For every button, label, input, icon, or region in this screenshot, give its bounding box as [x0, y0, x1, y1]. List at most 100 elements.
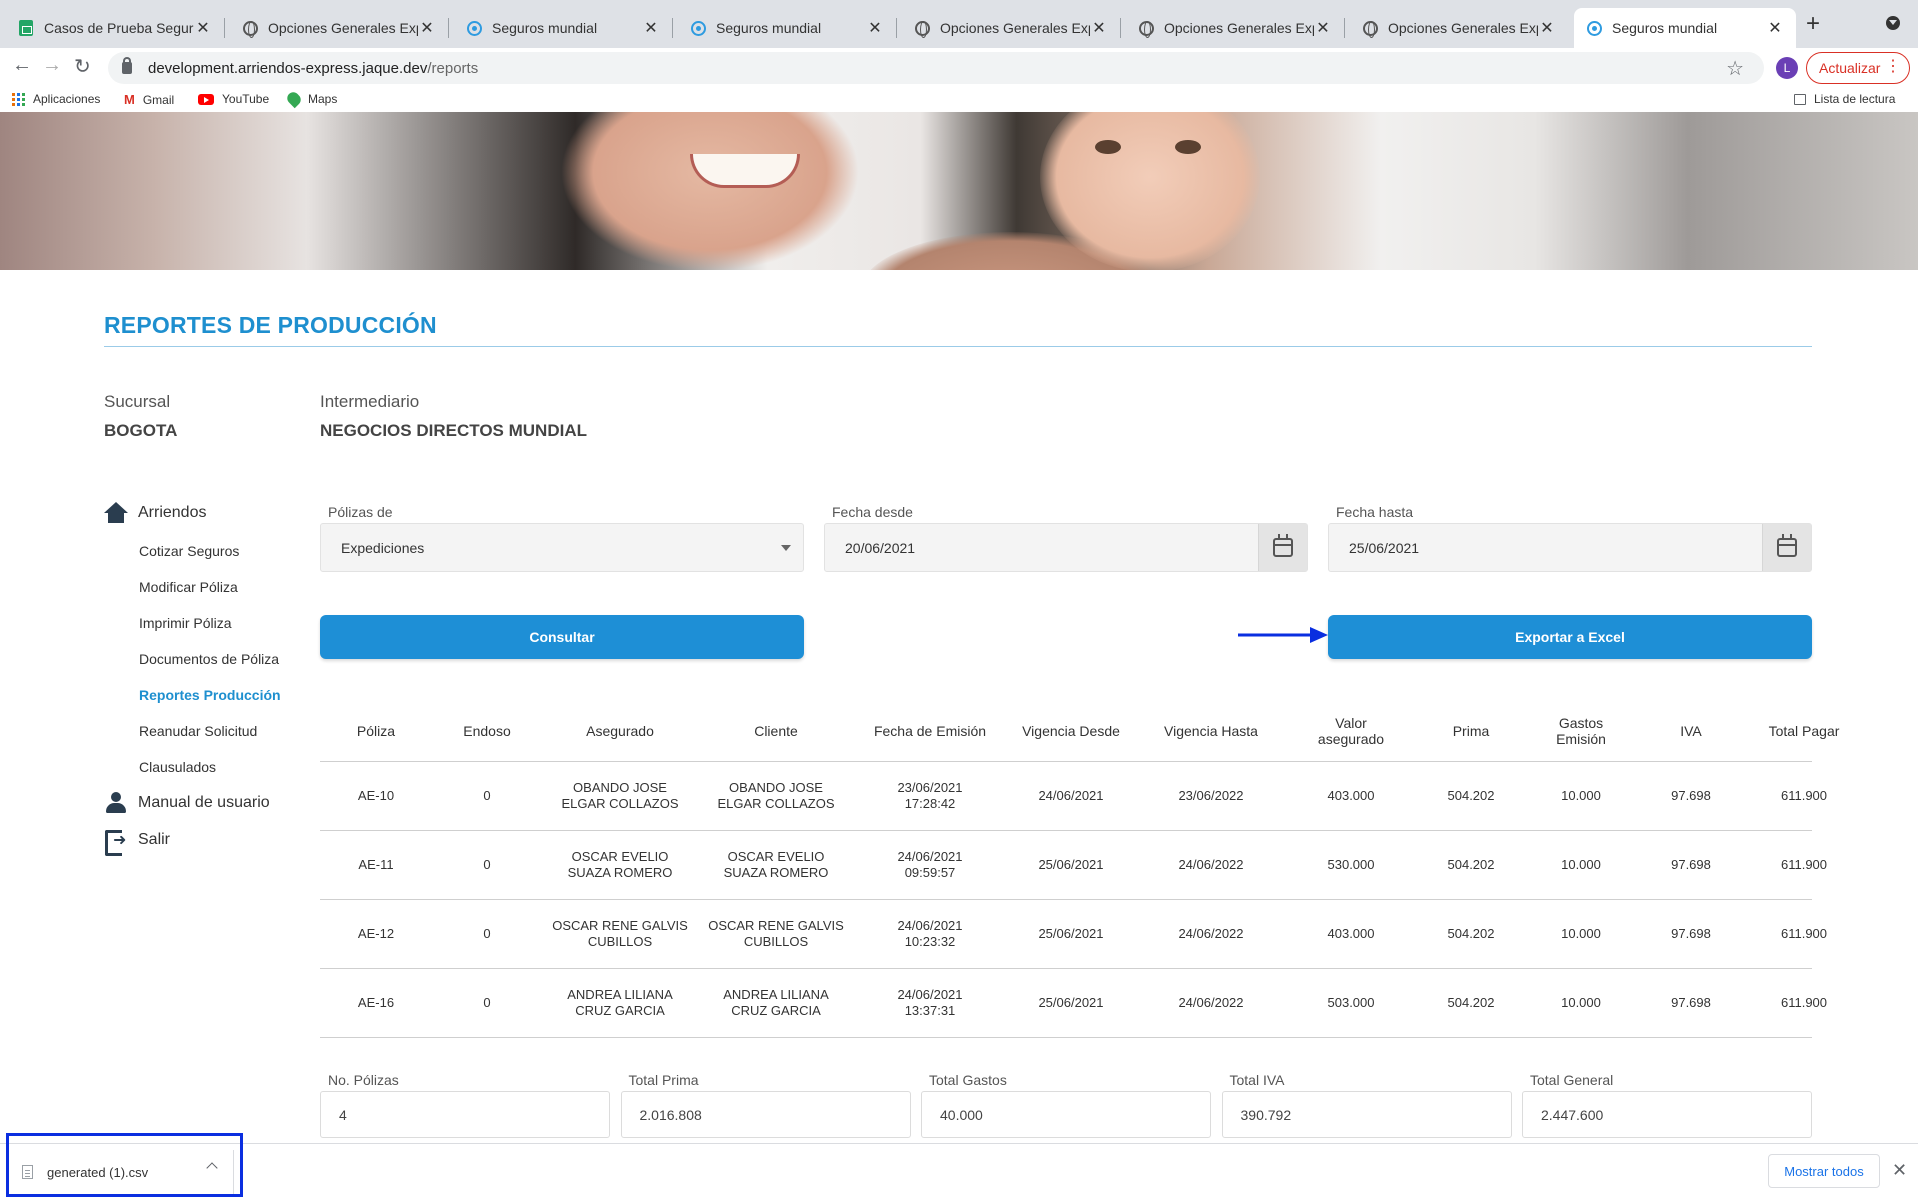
sidebar-item-modificar-poliza[interactable]: Modificar Póliza	[139, 579, 238, 595]
total-general-label: Total General	[1530, 1072, 1614, 1088]
youtube-icon	[198, 93, 214, 105]
table-cell-col-total-pagar: 611.900	[1780, 926, 1828, 941]
bookmark-gmail[interactable]: M Gmail	[124, 92, 174, 107]
fecha-hasta-input[interactable]: 25/06/2021	[1328, 523, 1812, 572]
close-icon[interactable]: ✕	[866, 18, 884, 38]
sidebar-item-manual-usuario[interactable]: Manual de usuario	[104, 792, 270, 814]
intermediario-value: NEGOCIOS DIRECTOS MUNDIAL	[320, 421, 587, 440]
exportar-excel-button[interactable]: Exportar a Excel	[1328, 615, 1812, 659]
table-header-col-iva: IVA	[1680, 723, 1702, 739]
bookmark-apps[interactable]: Aplicaciones	[12, 92, 100, 106]
sidebar-item-cotizar-seguros[interactable]: Cotizar Seguros	[139, 543, 239, 559]
close-icon[interactable]: ✕	[642, 18, 660, 38]
table-header-col-prima: Prima	[1452, 723, 1490, 739]
bookmark-label: Aplicaciones	[33, 92, 101, 106]
intermediario-label: Intermediario	[320, 392, 420, 411]
browser-tab[interactable]: Opciones Generales Expedi ✕	[1126, 8, 1345, 48]
bookmark-label: Maps	[308, 92, 338, 106]
bookmark-star-icon[interactable]: ☆	[1726, 56, 1744, 81]
total-gastos-field[interactable]: 40.000	[921, 1091, 1211, 1138]
table-cell-col-fecha-emision: 24/06/2021 10:23:32	[897, 918, 963, 949]
globe-icon	[242, 20, 258, 38]
profile-avatar[interactable]: L	[1776, 57, 1798, 79]
table-cell-col-iva: 97.698	[1671, 788, 1711, 803]
table-cell-col-asegurado: OSCAR EVELIO SUAZA ROMERO	[567, 849, 673, 880]
calendar-button[interactable]	[1258, 524, 1307, 571]
sidebar-item-arriendos[interactable]: Arriendos	[104, 502, 206, 524]
bookmark-youtube[interactable]: YouTube	[198, 92, 269, 106]
close-icon[interactable]: ✕	[1538, 18, 1556, 38]
table-cell-col-vigencia-desde: 25/06/2021	[1038, 857, 1104, 872]
logout-icon	[104, 828, 128, 856]
forward-icon[interactable]: →	[42, 54, 62, 77]
table-cell-col-valor-asegurado: 530.000	[1327, 857, 1375, 872]
update-button[interactable]: Actualizar ⋮	[1806, 52, 1910, 84]
table-cell-col-total-pagar: 611.900	[1780, 857, 1828, 872]
globe-icon	[914, 20, 930, 38]
table-cell-col-vigencia-hasta: 24/06/2022	[1178, 995, 1244, 1010]
close-icon[interactable]: ✕	[1090, 18, 1108, 38]
url-path: /reports	[427, 59, 479, 77]
chevron-down-icon	[781, 545, 791, 551]
polizas-select[interactable]: Expediciones	[320, 523, 804, 572]
calendar-button[interactable]	[1762, 524, 1811, 571]
table-header-col-fecha-emision: Fecha de Emisión	[873, 723, 987, 739]
table-header-col-poliza: Póliza	[356, 723, 396, 739]
browser-tab[interactable]: Opciones Generales Expedi ✕	[902, 8, 1121, 48]
back-icon[interactable]: ←	[12, 54, 32, 77]
user-icon	[104, 792, 128, 814]
bookmark-label: YouTube	[222, 92, 270, 106]
close-icon[interactable]: ✕	[1766, 18, 1784, 38]
table-header-col-vigencia-hasta: Vigencia Hasta	[1164, 723, 1258, 739]
browser-tab[interactable]: Seguros mundial ✕	[678, 8, 897, 48]
reload-icon[interactable]: ↻	[74, 54, 91, 79]
table-cell-col-cliente: OBANDO JOSE ELGAR COLLAZOS	[717, 780, 835, 811]
polizas-selected-value: Expediciones	[341, 539, 425, 556]
fecha-desde-value: 20/06/2021	[845, 539, 916, 556]
close-icon[interactable]: ✕	[1314, 18, 1332, 38]
fecha-desde-label: Fecha desde	[832, 504, 913, 520]
no-polizas-field[interactable]: 4	[320, 1091, 610, 1138]
new-tab-icon[interactable]: +	[1806, 10, 1820, 38]
fecha-desde-input[interactable]: 20/06/2021	[824, 523, 1308, 572]
table-row: AE-16 0 ANDREA LILIANA CRUZ GARCIA ANDREA L…	[320, 969, 1827, 1038]
table-cell-col-gastos-emision: 10.000	[1561, 995, 1601, 1010]
total-general-field[interactable]: 2.447.600	[1522, 1091, 1812, 1138]
table-cell-col-prima: 504.202	[1447, 995, 1495, 1010]
total-prima-field[interactable]: 2.016.808	[620, 1091, 911, 1138]
sidebar-item-imprimir-poliza[interactable]: Imprimir Póliza	[139, 615, 232, 631]
total-gastos-label: Total Gastos	[929, 1072, 1007, 1088]
close-icon[interactable]: ✕	[418, 18, 436, 38]
total-prima-label: Total Prima	[628, 1072, 699, 1088]
close-icon[interactable]: ✕	[1892, 1160, 1907, 1181]
consultar-button[interactable]: Consultar	[320, 615, 804, 659]
show-all-downloads-button[interactable]: Mostrar todos	[1768, 1154, 1880, 1188]
table-header: Póliza Endoso Asegurado Cliente Fecha de Emi…	[320, 700, 1839, 762]
sidebar-item-reportes-produccion[interactable]: Reportes Producción	[139, 687, 281, 703]
table-cell-col-total-pagar: 611.900	[1780, 995, 1828, 1010]
browser-tab[interactable]: Casos de Prueba Seguros M ✕	[6, 8, 225, 48]
sidebar-item-salir[interactable]: Salir	[104, 828, 170, 856]
table-cell-col-vigencia-hasta: 24/06/2022	[1178, 926, 1244, 941]
sidebar-item-clausulados[interactable]: Clausulados	[139, 759, 216, 775]
browser-tab[interactable]: Opciones Generales Expedi ✕	[1350, 8, 1568, 48]
title-divider	[104, 346, 1812, 347]
tab-search-icon[interactable]	[1886, 16, 1900, 30]
table-cell-col-endoso: 0	[483, 857, 491, 872]
reading-list-button[interactable]: Lista de lectura	[1794, 92, 1895, 106]
sidebar-item-documentos-poliza[interactable]: Documentos de Póliza	[139, 651, 279, 667]
sidebar-item-reanudar-solicitud[interactable]: Reanudar Solicitud	[139, 723, 257, 739]
sidebar-item-label: Arriendos	[138, 504, 207, 521]
table-cell-col-cliente: ANDREA LILIANA CRUZ GARCIA	[723, 987, 829, 1018]
bookmark-maps[interactable]: Maps	[284, 89, 338, 109]
total-iva-field[interactable]: 390.792	[1221, 1091, 1512, 1138]
browser-tab[interactable]: Opciones Generales Expedi ✕	[230, 8, 449, 48]
url-field[interactable]: development.arriendos-express.jaque.dev /…	[108, 52, 1764, 84]
table-cell-col-valor-asegurado: 503.000	[1327, 995, 1375, 1010]
page-title: REPORTES DE PRODUCCIÓN	[104, 312, 437, 338]
address-bar: ← → ↻ development.arriendos-express.jaqu…	[0, 48, 1918, 90]
table-row: AE-10 0 OBANDO JOSE ELGAR COLLAZOS OBANDO J…	[320, 762, 1827, 831]
browser-tab[interactable]: Seguros mundial ✕	[454, 8, 673, 48]
close-icon[interactable]: ✕	[194, 18, 212, 38]
browser-tab-active[interactable]: Seguros mundial ✕	[1574, 8, 1796, 48]
